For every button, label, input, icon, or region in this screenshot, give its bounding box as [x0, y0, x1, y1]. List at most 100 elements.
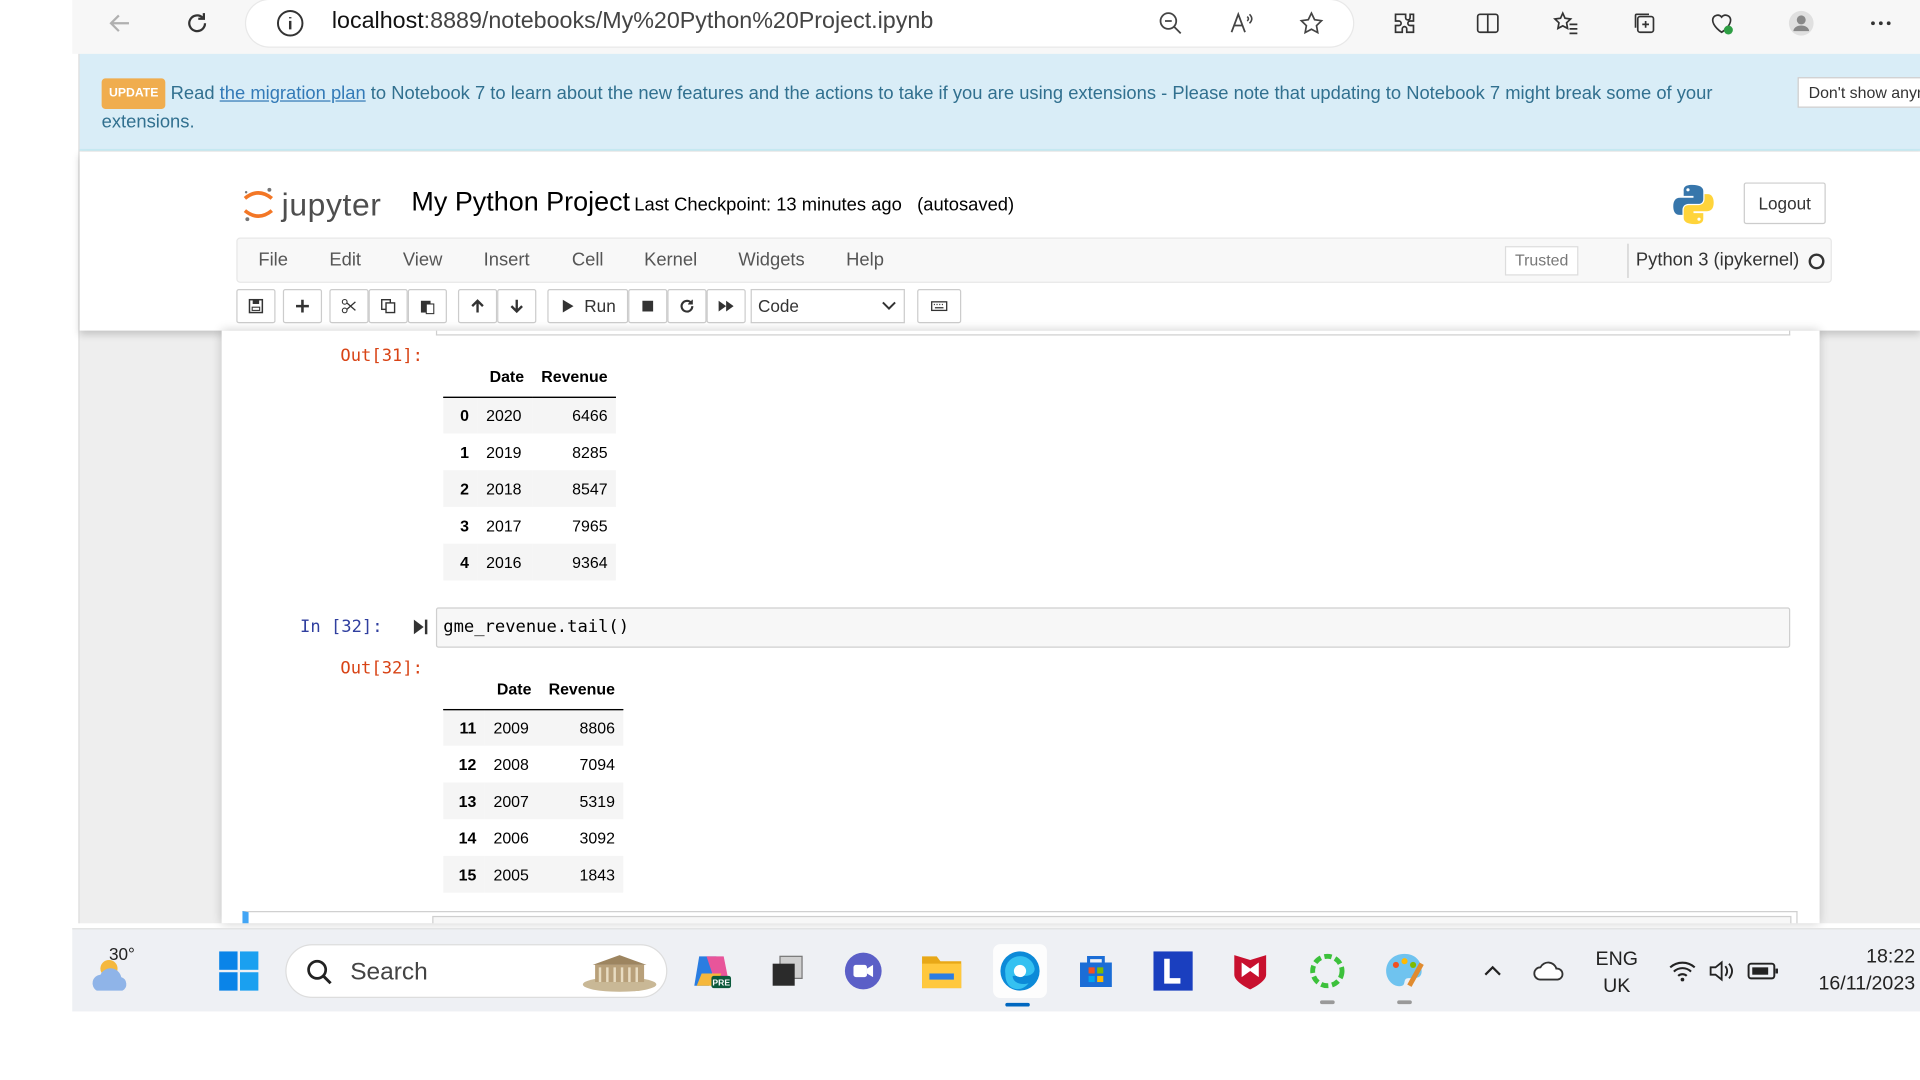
cut-button[interactable] — [329, 288, 369, 324]
read-aloud-icon[interactable] — [1221, 5, 1263, 42]
code-text: gme_revenue.tail() — [443, 617, 630, 637]
volume-icon[interactable] — [1703, 947, 1740, 996]
address-bar[interactable]: localhost:8889/notebooks/My%20Python%20P… — [246, 0, 1354, 47]
info-icon[interactable] — [276, 9, 305, 38]
loading-ring-icon — [1310, 953, 1345, 989]
menu-file[interactable]: File — [258, 250, 288, 271]
progress-app[interactable] — [1303, 947, 1352, 1005]
jupyter-logo-icon — [243, 187, 274, 222]
paste-icon — [420, 300, 435, 315]
extensions-icon[interactable] — [1384, 5, 1426, 42]
trusted-indicator[interactable]: Trusted — [1504, 246, 1579, 276]
insert-cell-button[interactable] — [282, 288, 323, 324]
paste-button[interactable] — [407, 288, 447, 324]
previous-cell-input[interactable] — [435, 330, 1791, 336]
teams-chat-app[interactable] — [839, 947, 888, 996]
kernel-name[interactable]: Python 3 (ipykernel) — [1627, 243, 1799, 278]
menu-cell[interactable]: Cell — [572, 250, 604, 271]
screen: localhost:8889/notebooks/My%20Python%20P… — [0, 0, 1920, 1080]
windows-logo-icon — [219, 951, 259, 991]
dont-show-button[interactable]: Don't show anymore — [1797, 77, 1920, 108]
system-clock[interactable]: 18:22 16/11/2023 — [1793, 944, 1916, 998]
play-icon — [563, 299, 574, 313]
chevron-up-icon — [1484, 965, 1501, 976]
update-banner: UPDATE Read the migration plan to Noteboo… — [79, 53, 1920, 151]
copilot-app[interactable]: PRE — [687, 947, 736, 996]
migration-plan-link[interactable]: the migration plan — [220, 83, 366, 104]
menu-view[interactable]: View — [403, 250, 442, 271]
jupyter-logo[interactable]: jupyter — [242, 185, 381, 224]
interrupt-button[interactable] — [628, 288, 668, 324]
favorite-star-icon[interactable] — [1291, 5, 1333, 42]
chat-icon — [844, 952, 882, 990]
table-row: 4 2016 9364 — [443, 543, 617, 581]
arrow-up-icon — [471, 299, 484, 313]
url-text: localhost:8889/notebooks/My%20Python%20P… — [331, 8, 934, 35]
search-highlight-icon — [582, 955, 657, 992]
command-palette-button[interactable] — [917, 288, 962, 324]
scissors-icon — [341, 298, 356, 314]
refresh-icon[interactable] — [176, 5, 218, 42]
restart-button[interactable] — [667, 288, 707, 324]
table-row: 3 2017 7965 — [460, 516, 608, 535]
notebook-page: UPDATE Read the migration plan to Noteboo… — [78, 53, 1920, 924]
menu-insert[interactable]: Insert — [484, 250, 530, 271]
paint-app[interactable] — [1380, 947, 1429, 1005]
menu-kernel[interactable]: Kernel — [644, 250, 697, 271]
edge-icon — [1000, 951, 1040, 991]
menu-edit[interactable]: Edit — [329, 250, 361, 271]
task-view-icon — [772, 955, 803, 986]
move-down-button[interactable] — [497, 288, 537, 324]
more-options-icon[interactable] — [1860, 5, 1902, 42]
save-button[interactable] — [236, 288, 276, 324]
zoom-out-icon[interactable] — [1150, 5, 1192, 42]
selected-next-cell[interactable] — [242, 911, 1798, 924]
restart-run-all-button[interactable] — [706, 288, 746, 324]
column-header-revenue: Revenue — [540, 669, 624, 710]
show-hidden-icons-button[interactable] — [1468, 947, 1517, 996]
l-app[interactable] — [1149, 947, 1198, 996]
keyboard-icon — [931, 301, 948, 312]
collections-icon[interactable] — [1624, 5, 1666, 42]
code-cell-input[interactable]: gme_revenue.tail() — [435, 607, 1791, 648]
browser-essentials-icon[interactable] — [1701, 5, 1743, 42]
input-language[interactable]: ENG UK — [1596, 947, 1638, 1001]
wifi-icon[interactable] — [1664, 947, 1701, 996]
move-up-button[interactable] — [457, 288, 498, 324]
edge-browser-app[interactable] — [993, 944, 1047, 1007]
profile-avatar-icon[interactable] — [1780, 5, 1822, 42]
menu-help[interactable]: Help — [846, 250, 884, 271]
paint-palette-icon — [1386, 953, 1424, 987]
split-screen-icon[interactable] — [1467, 5, 1509, 42]
favorites-icon[interactable] — [1545, 5, 1587, 42]
back-icon[interactable] — [99, 5, 141, 42]
logout-button[interactable]: Logout — [1743, 182, 1826, 225]
menu-widgets[interactable]: Widgets — [738, 250, 804, 271]
file-explorer-app[interactable] — [917, 947, 966, 996]
copy-button[interactable] — [368, 288, 408, 324]
index-header — [443, 357, 478, 398]
onedrive-button[interactable] — [1525, 947, 1574, 996]
table-row: 13 2007 5319 — [443, 782, 624, 820]
store-icon — [1080, 956, 1112, 987]
notebook-title[interactable]: My Python Project — [411, 186, 630, 218]
run-button[interactable]: Run — [547, 288, 629, 324]
cell-type-select[interactable]: Code — [750, 288, 905, 324]
table-row: 1 2019 8285 — [460, 442, 608, 462]
active-app-indicator — [1005, 1002, 1030, 1007]
task-view-app[interactable] — [763, 947, 812, 996]
mcafee-app[interactable] — [1226, 947, 1275, 996]
taskbar-search[interactable]: Search — [285, 944, 668, 998]
microsoft-store-app[interactable] — [1071, 947, 1120, 996]
battery-icon[interactable] — [1745, 947, 1782, 996]
table-row: 14 2006 3092 — [458, 828, 615, 847]
table-row: 0 2020 6466 — [443, 396, 617, 434]
fast-forward-icon — [718, 300, 734, 312]
weather-widget[interactable]: 30° — [87, 942, 148, 1003]
banner-message: UPDATE Read the migration plan to Noteboo… — [101, 78, 1731, 134]
run-cell-icon[interactable] — [413, 617, 430, 637]
start-button[interactable] — [214, 947, 263, 996]
next-cell-input[interactable] — [432, 915, 1792, 924]
cloud-icon — [1533, 961, 1564, 981]
search-icon — [307, 959, 332, 985]
